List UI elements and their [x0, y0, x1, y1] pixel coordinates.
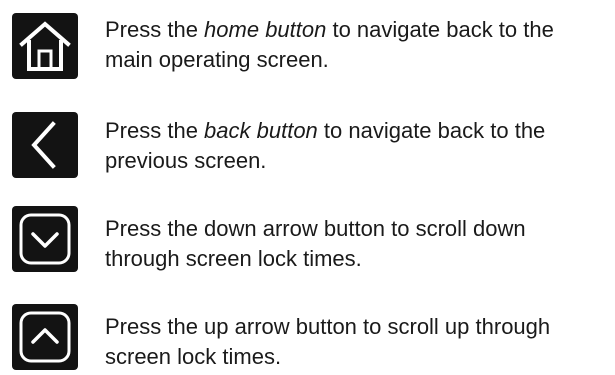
- back-chevron-icon: [12, 112, 78, 178]
- up-arrow-description: Press the up arrow button to scroll up t…: [105, 314, 551, 369]
- home-button-description: Press the home button to navigate back t…: [105, 17, 554, 72]
- back-button-term: back button: [204, 118, 318, 143]
- home-button-term: home button: [204, 17, 327, 42]
- up-arrow-icon: [12, 304, 78, 370]
- down-arrow-icon: [12, 206, 78, 272]
- home-icon: [12, 13, 78, 79]
- back-button-description: Press the back button to navigate back t…: [105, 118, 546, 173]
- down-arrow-description: Press the down arrow button to scroll do…: [105, 216, 526, 271]
